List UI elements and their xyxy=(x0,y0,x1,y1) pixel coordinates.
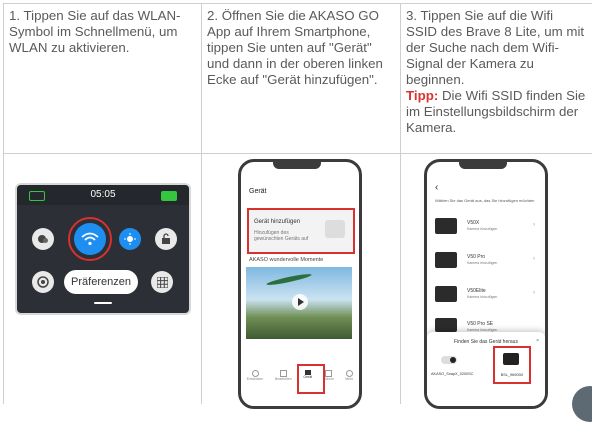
phone-device-list: ‹ Wählen Sie das Gerät aus, das Sie hinz… xyxy=(424,159,548,409)
add-device-title: Gerät hinzufügen xyxy=(254,219,301,225)
table-divider-2 xyxy=(400,3,401,404)
tip-label: Tipp: xyxy=(406,88,439,103)
shutter-icon[interactable] xyxy=(32,271,54,293)
camera-time: 05:05 xyxy=(90,189,116,200)
camera-v50elite-icon xyxy=(435,286,457,302)
device-name: V50 Pro SE xyxy=(467,321,494,327)
nav-album[interactable]: Album xyxy=(324,370,334,381)
add-device-card[interactable]: Gerät hinzufügen Hinzufügen des gewünsch… xyxy=(247,208,355,254)
device-item-v50pro[interactable]: V50 Pro Kamera hinzufügen › xyxy=(435,246,537,280)
lock-icon[interactable] xyxy=(155,228,177,250)
step-2-text: 2. Öffnen Sie die AKASO GO App auf Ihrem… xyxy=(207,8,383,87)
camera-quick-menu: 05:05 Präferenzen xyxy=(15,183,191,315)
step-1-text: 1. Tippen Sie auf das WLAN-Symbol im Sch… xyxy=(9,8,181,55)
chevron-right-icon: › xyxy=(533,222,535,228)
nav-more-label: Mehr xyxy=(345,377,354,381)
popup-item-snapx[interactable]: AKASO_SnapX_0200SC xyxy=(431,372,473,376)
device-item-v50x[interactable]: V50X Kamera hinzufügen › xyxy=(435,212,537,246)
device-name: V50 Pro xyxy=(467,254,486,260)
table-border-left xyxy=(3,3,4,404)
page-title: Gerät xyxy=(249,188,267,195)
phone-notch xyxy=(273,162,321,169)
device-sub: Kamera hinzufügen xyxy=(467,227,498,231)
paraglider-wing xyxy=(265,272,313,287)
device-tab-highlight xyxy=(297,364,325,394)
home-indicator xyxy=(94,302,112,304)
step-3-text: 3. Tippen Sie auf die Wifi SSID des Brav… xyxy=(406,8,586,136)
device-item-v50prose[interactable]: V50 Pro SE Kamera hinzufügen xyxy=(435,314,537,334)
phone-notch xyxy=(459,162,507,169)
more-icon xyxy=(345,370,353,377)
table-divider-1 xyxy=(201,3,202,404)
camera-v50prose-icon xyxy=(435,318,457,332)
moments-title: AKASO wundervolle Momente xyxy=(249,257,324,263)
discover-icon xyxy=(251,370,259,377)
popup-item-bsl: BSL_9690D0 xyxy=(500,373,524,377)
moments-video-thumbnail[interactable] xyxy=(246,267,352,339)
play-icon[interactable] xyxy=(292,294,308,310)
back-icon[interactable]: ‹ xyxy=(435,182,438,193)
nav-discover[interactable]: Entdecken xyxy=(246,370,264,381)
album-icon xyxy=(325,370,333,377)
device-sub: Kamera hinzufügen xyxy=(467,261,498,265)
device-item-v50elite[interactable]: V50Elite Kamera hinzufügen › xyxy=(435,280,537,314)
nav-edit[interactable]: Bearbeiten xyxy=(275,370,292,381)
table-row-divider xyxy=(3,153,592,154)
chevron-right-icon: › xyxy=(533,290,535,296)
step-3-main: 3. Tippen Sie auf die Wifi SSID des Brav… xyxy=(406,8,585,87)
nav-discover-label: Entdecken xyxy=(246,377,264,381)
phone-akaso-app: Gerät Gerät hinzufügen Hinzufügen des ge… xyxy=(238,159,362,409)
nav-edit-label: Bearbeiten xyxy=(274,377,292,381)
brightness-icon[interactable] xyxy=(119,228,141,250)
grid-icon[interactable] xyxy=(151,271,173,293)
add-device-subtitle: Hinzufügen des gewünschten Geräts auf xyxy=(254,230,309,242)
brave8-camera-icon xyxy=(503,353,519,365)
popup-item-highlight[interactable]: BSL_9690D0 xyxy=(493,346,531,384)
wifi-icon[interactable] xyxy=(74,223,106,255)
chevron-right-icon: › xyxy=(533,256,535,262)
preferences-button[interactable]: Präferenzen xyxy=(64,270,138,294)
close-icon[interactable]: × xyxy=(536,338,539,344)
camera-v50x-icon xyxy=(435,218,457,234)
find-device-popup: Finden Sie das Gerät heraus × AKASO_Snap… xyxy=(427,332,545,406)
snapx-camera-icon xyxy=(441,356,457,364)
device-sub: Kamera hinzufügen xyxy=(467,295,498,299)
camera-v50pro-icon xyxy=(435,252,457,268)
nav-album-label: Album xyxy=(323,377,334,381)
nav-more[interactable]: Mehr xyxy=(345,370,353,381)
select-device-header: Wählen Sie das Gerät aus, das Sie hinzuf… xyxy=(435,198,535,203)
popup-title: Finden Sie das Gerät heraus xyxy=(454,339,518,345)
table-border-top xyxy=(3,3,592,4)
camera-placeholder-icon xyxy=(325,220,345,238)
mic-icon[interactable] xyxy=(32,228,54,250)
edit-icon xyxy=(279,370,287,377)
device-name: V50X xyxy=(467,220,480,226)
device-name: V50Elite xyxy=(467,288,486,294)
